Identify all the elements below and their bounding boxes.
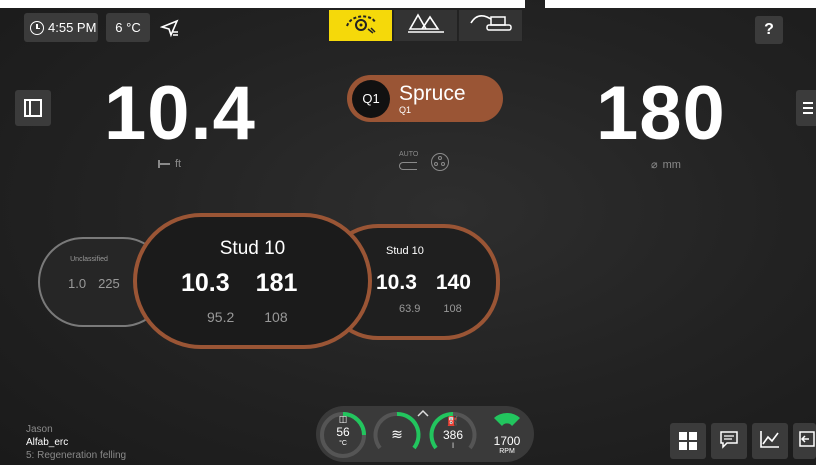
log-select-icon[interactable] [431,153,449,171]
fuel-unit: l [452,443,454,450]
card-center-price: 108 [264,309,288,325]
panel-icon [24,99,42,117]
statistics-button[interactable] [752,423,788,459]
clock-chip[interactable]: 4:55 PM [24,13,98,42]
card-right-price: 108 [443,303,462,315]
site-name: Alfab_erc [26,437,69,448]
auto-label: AUTO [399,151,419,158]
program-name: 5: Regeneration felling [26,450,127,461]
diameter-value: 180 [596,71,726,156]
auto-icon [399,162,417,170]
card-center-title: Stud 10 [219,238,286,259]
oil-temp-gauge: ◫ 56 °C [318,410,368,460]
time-text: 4:55 PM [48,20,97,35]
right-menu-button[interactable] [796,90,816,126]
rpm-gauge: 1700 RPM [482,410,532,460]
card-center-volume: 95.2 [207,309,235,325]
card-center[interactable]: Stud 10 10.3 181 95.2 108 [133,213,372,349]
windows-icon [679,432,697,450]
card-right-title: Stud 10 [386,245,424,257]
length-value: 10.4 [104,71,256,156]
rpm-unit: RPM [499,448,515,455]
mode-forest[interactable] [394,10,458,41]
card-right-volume: 63.9 [399,303,421,315]
messages-button[interactable] [711,423,747,459]
diameter-unit-text: mm [662,158,681,171]
card-unclassified-diameter: 225 [98,276,120,291]
card-center-length: 10.3 [181,269,230,297]
quality-badge: Q1 [352,79,390,118]
windows-button[interactable] [670,423,706,459]
oil-temp-value: 56 [336,425,350,439]
hydraulic-gauge: ≋ [372,410,422,460]
exit-icon [797,429,815,454]
message-icon [719,429,739,454]
top-bar [0,0,525,8]
clock-icon [30,20,44,35]
harvester-head-icon [343,12,379,39]
operator-name: Jason [26,424,53,435]
mode-machine[interactable] [459,10,523,41]
diameter-unit: ⌀ mm [651,158,681,172]
exit-button[interactable] [793,423,816,459]
length-unit-text: ft [175,158,182,170]
card-unclassified-length: 1.0 [68,276,87,291]
fuel-icon: ⛽ [447,416,459,426]
chart-icon [759,429,781,454]
navigation-icon[interactable] [159,18,180,38]
help-label: ? [764,21,774,38]
species-name: Spruce [399,81,466,105]
fuel-value: 386 [442,428,464,442]
diameter-icon: ⌀ [651,159,658,171]
species-sub: Q1 [399,104,412,115]
top-strip [545,0,816,8]
mode-harvester-head[interactable] [329,10,393,41]
temperature-chip[interactable]: 6 °C [106,13,150,42]
oil-temp-unit: °C [339,440,347,447]
left-panel-button[interactable] [15,90,51,126]
card-unclassified-title: Unclassified [70,256,108,263]
fuel-gauge: ⛽ 386 l [428,410,478,460]
machine-icon [467,11,515,40]
help-button[interactable]: ? [755,16,783,44]
rpm-value: 1700 [493,434,521,448]
hydraulic-level-icon: ≋ [391,426,403,442]
card-center-diameter: 181 [255,269,298,297]
length-icon [158,160,170,168]
species-selector[interactable]: Q1 Spruce Q1 [347,75,503,122]
card-right-length: 10.3 [376,271,417,294]
temperature-text: 6 °C [115,20,141,35]
oil-temp-icon: ◫ [338,414,348,424]
card-right-diameter: 140 [435,271,471,294]
forest-icon [406,11,446,40]
auto-indicator[interactable]: AUTO [397,151,421,173]
menu-icon [803,102,813,114]
length-unit: ft [158,158,181,170]
